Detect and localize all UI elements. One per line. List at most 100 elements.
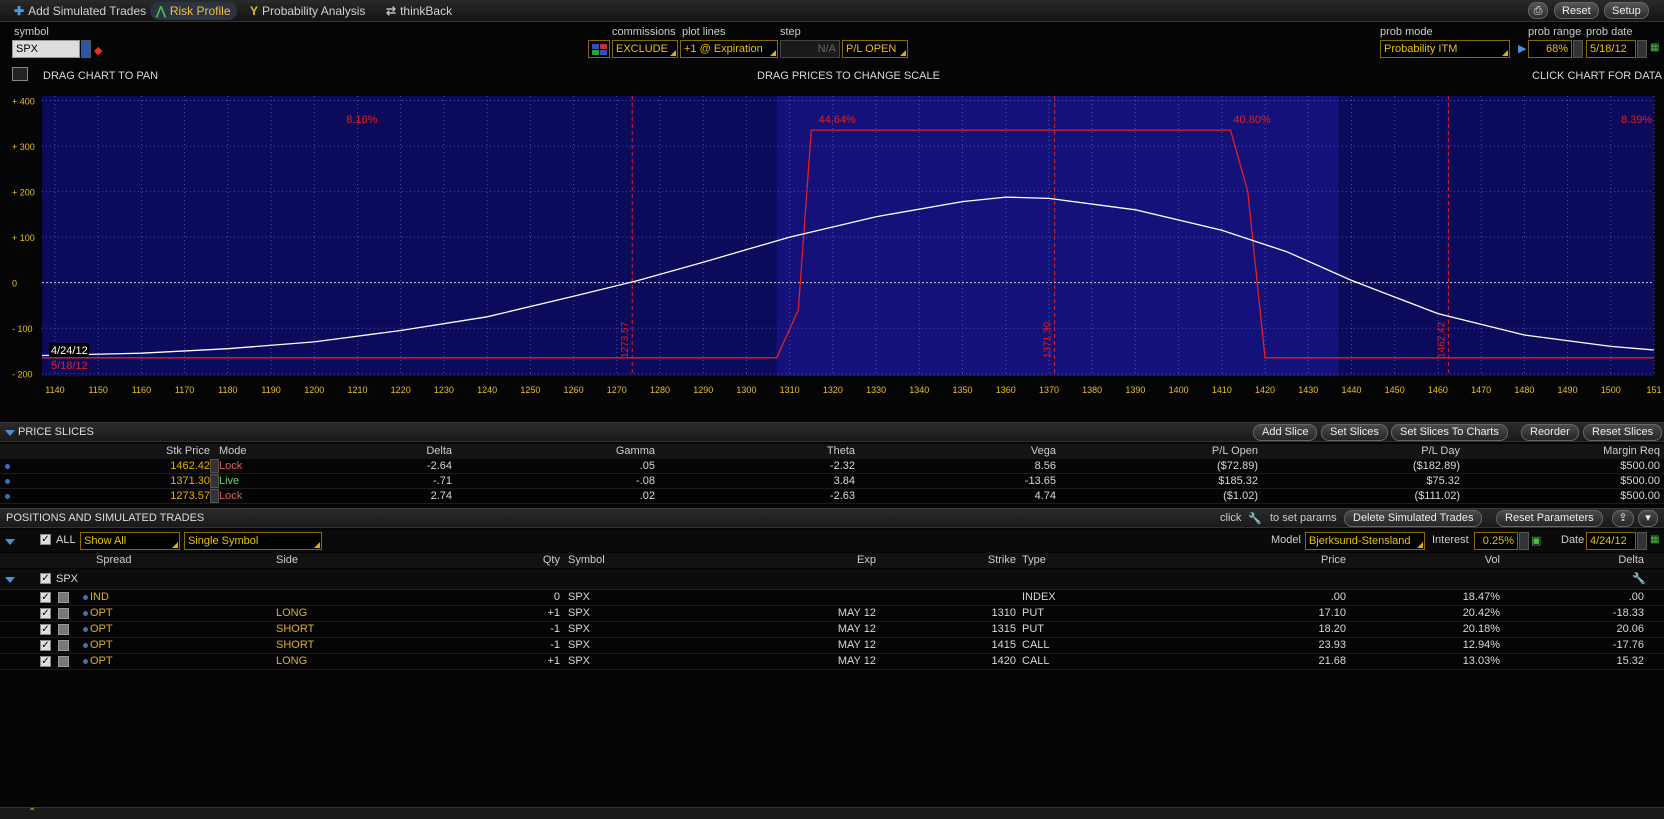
x-tick-label[interactable]: 1150 — [89, 385, 108, 395]
price-slice-row[interactable]: 1371.30 Live -.71 -.08 3.84 -13.65 $185.32 $75.… — [0, 474, 1664, 489]
slice-spinner[interactable] — [210, 474, 219, 488]
position-row[interactable]: ✓ OPT LONG +1 SPX MAY 12 1310 PUT 17.10 20.42% -18… — [0, 606, 1664, 622]
commissions-grid-icon[interactable] — [588, 40, 610, 58]
position-exp[interactable]: MAY 12 — [776, 622, 876, 637]
group-wrench-icon[interactable]: 🔧 — [1632, 572, 1646, 585]
x-tick-label[interactable]: 1190 — [261, 385, 280, 395]
prob-date-input[interactable]: 5/18/12 — [1586, 40, 1636, 58]
position-vol[interactable]: 20.42% — [1400, 606, 1500, 621]
plot-lines-select[interactable]: +1 @ Expiration — [680, 40, 778, 58]
expand-up-icon[interactable]: ⌃ — [28, 807, 36, 818]
reset-button[interactable]: Reset — [1554, 2, 1599, 19]
x-tick-label[interactable]: 1330 — [866, 385, 886, 395]
x-tick-label[interactable]: 1300 — [736, 385, 756, 395]
position-strike[interactable]: 1420 — [976, 654, 1016, 669]
position-qty[interactable]: 0 — [500, 590, 560, 605]
slice-spinner[interactable] — [210, 459, 219, 473]
export-button[interactable]: ⇪ — [1612, 510, 1634, 527]
slice-spinner[interactable] — [210, 489, 219, 503]
add-slice-button[interactable]: Add Slice — [1253, 424, 1318, 441]
slice-stk-price[interactable]: 1273.57 — [100, 489, 210, 504]
group-row-spx[interactable]: ✓ SPX 🔧 — [0, 569, 1664, 590]
position-vol[interactable]: 20.18% — [1400, 622, 1500, 637]
reset-parameters-button[interactable]: Reset Parameters — [1496, 510, 1603, 527]
x-tick-label[interactable]: 1200 — [304, 385, 324, 395]
position-price[interactable]: .00 — [1246, 590, 1346, 605]
position-lock-box[interactable] — [58, 592, 69, 603]
position-lock-box[interactable] — [58, 640, 69, 651]
group-checkbox[interactable]: ✓ — [40, 573, 51, 584]
symbol-input[interactable]: SPX — [12, 40, 80, 58]
x-tick-label[interactable]: 1210 — [347, 385, 367, 395]
x-tick-label[interactable]: 1480 — [1514, 385, 1534, 395]
x-tick-label[interactable]: 1220 — [391, 385, 411, 395]
collapse-price-slices-icon[interactable] — [5, 430, 15, 436]
probability-analysis-tab[interactable]: Y Probability Analysis — [244, 2, 371, 20]
position-strike[interactable]: 1315 — [976, 622, 1016, 637]
position-strike[interactable]: 1415 — [976, 638, 1016, 653]
x-tick-label[interactable]: 1160 — [132, 385, 151, 395]
lock-icon[interactable]: ▣ — [1531, 534, 1541, 547]
date-calendar-icon[interactable]: ▦ — [1650, 534, 1659, 545]
x-tick-label[interactable]: 1230 — [434, 385, 454, 395]
interest-input[interactable]: 0.25% — [1474, 532, 1518, 550]
show-filter-select[interactable]: Show All — [80, 532, 180, 550]
all-checkbox[interactable]: ✓ — [40, 534, 51, 545]
position-price[interactable]: 21.68 — [1246, 654, 1346, 669]
x-tick-label[interactable]: 1270 — [607, 385, 627, 395]
x-tick-label[interactable]: 1430 — [1298, 385, 1318, 395]
position-exp[interactable]: MAY 12 — [776, 606, 876, 621]
collapse-group-icon[interactable] — [5, 577, 15, 583]
collapse-filter-icon[interactable] — [5, 539, 15, 545]
collapse-positions-button[interactable]: ▾ — [1638, 510, 1658, 527]
position-lock-box[interactable] — [58, 656, 69, 667]
x-tick-label[interactable]: 1440 — [1341, 385, 1361, 395]
position-checkbox[interactable]: ✓ — [40, 608, 51, 619]
prob-mode-select[interactable]: Probability ITM — [1380, 40, 1510, 58]
x-tick-label[interactable]: 1410 — [1212, 385, 1232, 395]
position-vol[interactable]: 18.47% — [1400, 590, 1500, 605]
position-strike[interactable]: 1310 — [976, 606, 1016, 621]
calendar-icon[interactable]: ▦ — [1650, 42, 1659, 53]
position-vol[interactable]: 13.03% — [1400, 654, 1500, 669]
delete-simulated-trades-button[interactable]: Delete Simulated Trades — [1344, 510, 1483, 527]
x-tick-label[interactable]: 1180 — [218, 385, 237, 395]
reset-slices-button[interactable]: Reset Slices — [1583, 424, 1663, 441]
setup-button[interactable]: Setup — [1604, 2, 1649, 19]
position-exp[interactable]: MAY 12 — [776, 654, 876, 669]
position-qty[interactable]: +1 — [500, 606, 560, 621]
date-input[interactable]: 4/24/12 — [1586, 532, 1636, 550]
model-select[interactable]: Bjerksund-Stensland — [1305, 532, 1425, 550]
symbol-dropdown-button[interactable] — [81, 40, 91, 58]
y-tick-label[interactable]: + 300 — [12, 142, 35, 152]
position-qty[interactable]: -1 — [500, 622, 560, 637]
x-tick-label[interactable]: 1490 — [1558, 385, 1578, 395]
slice-mode[interactable]: Lock — [219, 489, 242, 504]
x-tick-label[interactable]: 1280 — [650, 385, 670, 395]
risk-profile-tab[interactable]: ⋀ Risk Profile — [150, 2, 237, 20]
x-tick-label[interactable]: 1140 — [45, 385, 64, 395]
position-row[interactable]: ✓ OPT SHORT -1 SPX MAY 12 1415 CALL 23.93 12.94% -… — [0, 638, 1664, 654]
position-price[interactable]: 17.10 — [1246, 606, 1346, 621]
print-button[interactable]: ⎙ — [1528, 2, 1548, 19]
x-tick-label[interactable]: 1170 — [175, 385, 194, 395]
chart-image-icon[interactable] — [12, 67, 28, 81]
slice-stk-price[interactable]: 1371.30 — [100, 474, 210, 489]
x-tick-label[interactable]: 1420 — [1255, 385, 1275, 395]
y-tick-label[interactable]: + 400 — [12, 97, 35, 107]
y-tick-label[interactable]: + 100 — [12, 233, 35, 243]
price-slice-row[interactable]: 1273.57 Lock 2.74 .02 -2.63 4.74 ($1.02) ($111.… — [0, 489, 1664, 504]
position-checkbox[interactable]: ✓ — [40, 640, 51, 651]
position-qty[interactable]: +1 — [500, 654, 560, 669]
prob-expand-icon[interactable]: ▶ — [1518, 42, 1526, 55]
position-lock-box[interactable] — [58, 608, 69, 619]
x-tick-label[interactable]: 1450 — [1385, 385, 1405, 395]
x-tick-label[interactable]: 1470 — [1471, 385, 1491, 395]
position-checkbox[interactable]: ✓ — [40, 656, 51, 667]
position-price[interactable]: 18.20 — [1246, 622, 1346, 637]
x-tick-label[interactable]: 1350 — [953, 385, 973, 395]
x-tick-label[interactable]: 1390 — [1125, 385, 1145, 395]
prob-range-spinner[interactable] — [1573, 40, 1583, 58]
position-price[interactable]: 23.93 — [1246, 638, 1346, 653]
thinkback-tab[interactable]: ⇄ thinkBack — [380, 2, 458, 20]
